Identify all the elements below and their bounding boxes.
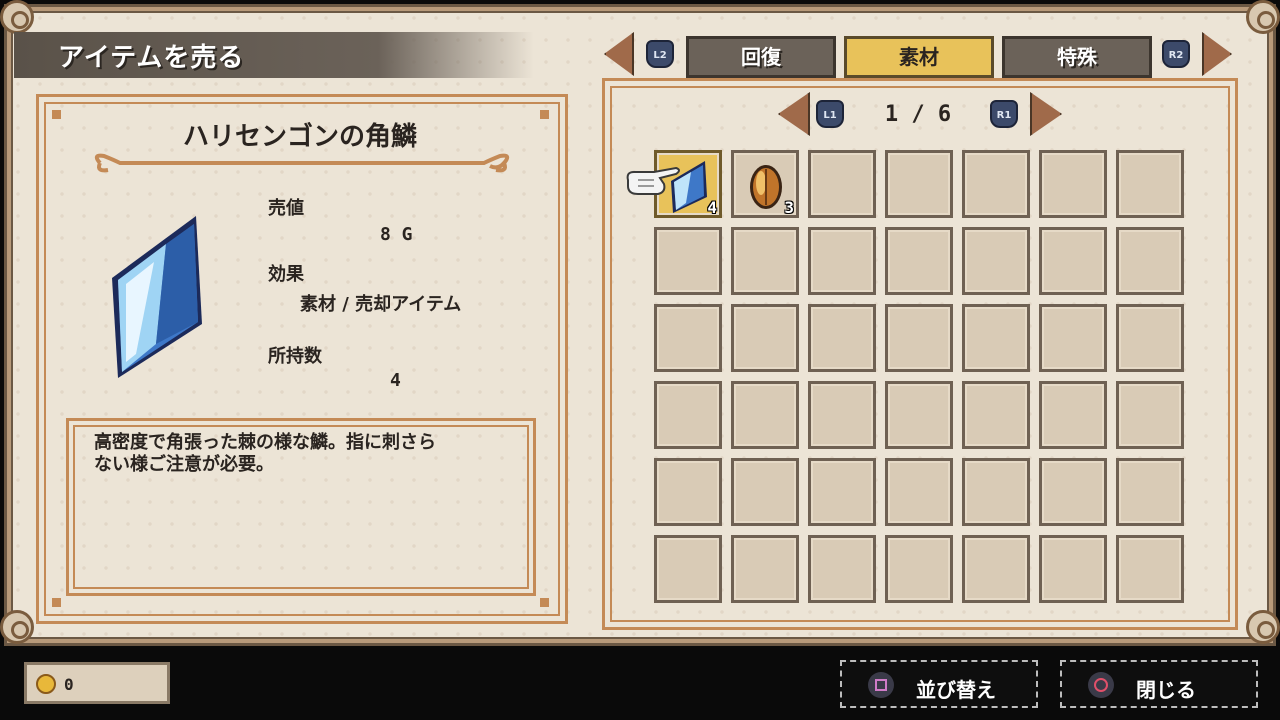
inventory-slot-empty[interactable] [885, 227, 953, 295]
inventory-slot-empty[interactable] [885, 381, 953, 449]
inventory-slot-empty[interactable] [1116, 381, 1184, 449]
inventory-slot-empty[interactable] [1039, 458, 1107, 526]
blue-scale-icon [112, 216, 202, 378]
inventory-slot-empty[interactable] [962, 381, 1030, 449]
inventory-slot-empty[interactable] [1116, 227, 1184, 295]
panel-corner-mark [540, 110, 549, 119]
tab-materials[interactable]: 素材 [844, 36, 994, 78]
square-button-icon [868, 672, 894, 698]
effect-label: 効果 [268, 264, 304, 285]
r2-badge: R2 [1162, 40, 1190, 68]
inventory-slot-empty[interactable] [962, 535, 1030, 603]
description-line: 高密度で角張った棘の様な鱗。指に刺さら [94, 432, 436, 453]
item-description: 高密度で角張った棘の様な鱗。指に刺さら ない様ご注意が必要。 [94, 432, 514, 476]
close-button[interactable]: 閉じる [1060, 660, 1258, 708]
inventory-slot-empty[interactable] [962, 150, 1030, 218]
corner-ornament [1246, 0, 1280, 34]
inventory-slot-empty[interactable] [731, 381, 799, 449]
inventory-slot-empty[interactable] [1116, 458, 1184, 526]
inventory-slot-empty[interactable] [885, 458, 953, 526]
inventory-slot-empty[interactable] [808, 150, 876, 218]
tab-special[interactable]: 特殊 [1002, 36, 1152, 78]
inventory-slot-empty[interactable] [1039, 535, 1107, 603]
inventory-slot-empty[interactable] [808, 227, 876, 295]
inventory-slot-empty[interactable] [1116, 150, 1184, 218]
inventory-slot-empty[interactable] [962, 304, 1030, 372]
inventory-grid: 4 3 [654, 150, 1184, 603]
panel-corner-mark [52, 110, 61, 119]
l1-badge: L1 [816, 100, 844, 128]
corner-ornament [1246, 610, 1280, 644]
corner-ornament [0, 610, 34, 644]
inventory-slot-empty[interactable] [808, 304, 876, 372]
inventory-slot-empty[interactable] [885, 535, 953, 603]
page-title: アイテムを売る [58, 43, 245, 73]
gold-amount: 0 [64, 675, 74, 694]
inventory-slot-empty[interactable] [885, 150, 953, 218]
inventory-slot-empty[interactable] [885, 304, 953, 372]
item-count: 3 [784, 198, 794, 217]
panel-corner-mark [52, 598, 61, 607]
effect-value: 素材 / 売却アイテム [300, 294, 462, 315]
circle-button-icon [1088, 672, 1114, 698]
inventory-slot-empty[interactable] [962, 458, 1030, 526]
pointer-hand-icon [626, 166, 680, 195]
inventory-slot-empty[interactable] [808, 381, 876, 449]
inventory-slot-empty[interactable] [1039, 381, 1107, 449]
item-count: 4 [707, 198, 717, 217]
inventory-slot-empty[interactable] [808, 458, 876, 526]
inventory-slot-empty[interactable] [731, 227, 799, 295]
price-label: 売値 [268, 198, 304, 219]
inventory-slot-empty[interactable] [962, 227, 1030, 295]
r1-badge: R1 [990, 100, 1018, 128]
coin-icon [36, 674, 56, 694]
description-line: ない様ご注意が必要。 [94, 454, 274, 475]
tab-recovery[interactable]: 回復 [686, 36, 836, 78]
item-name: ハリセンゴンの角鱗 [182, 122, 417, 152]
inventory-slot-empty[interactable] [1116, 304, 1184, 372]
inventory-slot-empty[interactable] [654, 227, 722, 295]
inventory-slot-empty[interactable] [654, 535, 722, 603]
inventory-slot[interactable]: 3 [731, 150, 799, 218]
sort-label: 並び替え [916, 678, 996, 702]
inventory-slot-empty[interactable] [731, 535, 799, 603]
owned-value: 4 [390, 370, 401, 391]
owned-label: 所持数 [268, 346, 322, 367]
ornament-divider [94, 153, 510, 173]
inventory-slot-empty[interactable] [808, 535, 876, 603]
page-indicator: 1 / 6 [884, 102, 952, 127]
panel-corner-mark [540, 598, 549, 607]
amber-seed-icon [750, 165, 782, 209]
inventory-slot-empty[interactable] [731, 458, 799, 526]
inventory-slot-empty[interactable] [654, 458, 722, 526]
inventory-slot-empty[interactable] [1039, 304, 1107, 372]
inventory-slot-empty[interactable] [1039, 150, 1107, 218]
inventory-slot-empty[interactable] [654, 304, 722, 372]
inventory-slot-empty[interactable] [654, 381, 722, 449]
close-label: 閉じる [1136, 678, 1196, 702]
price-value: 8 G [380, 224, 413, 245]
inventory-slot-empty[interactable] [731, 304, 799, 372]
l2-badge: L2 [646, 40, 674, 68]
inventory-slot-empty[interactable] [1039, 227, 1107, 295]
inventory-slot-empty[interactable] [1116, 535, 1184, 603]
corner-ornament [0, 0, 34, 34]
sort-button[interactable]: 並び替え [840, 660, 1038, 708]
